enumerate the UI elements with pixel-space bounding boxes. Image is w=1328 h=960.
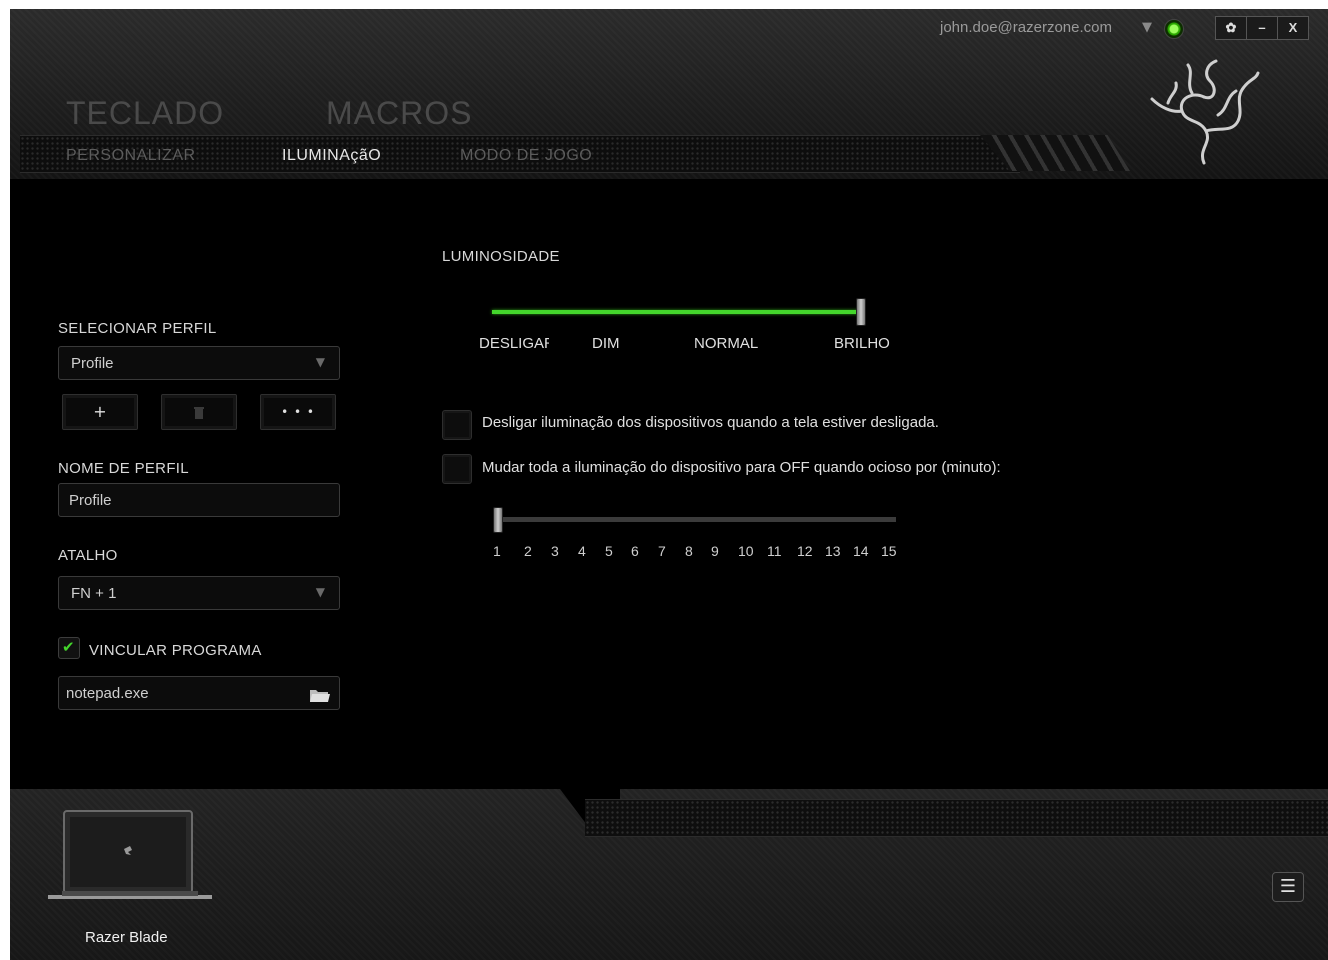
- idle-tick: 11: [767, 543, 782, 559]
- idle-tick: 2: [524, 543, 532, 559]
- idle-off-checkbox[interactable]: [442, 454, 472, 484]
- brightness-level-dim[interactable]: DIM: [592, 335, 620, 352]
- brightness-slider-track[interactable]: [492, 310, 862, 314]
- laptop-icon[interactable]: [48, 809, 212, 905]
- window-controls: ✿ – X: [1215, 16, 1309, 40]
- program-path-value: notepad.exe: [66, 685, 149, 702]
- device-name: Razer Blade: [85, 929, 168, 946]
- idle-slider-thumb[interactable]: [493, 507, 503, 533]
- idle-tick: 10: [738, 543, 754, 559]
- idle-slider-track[interactable]: [496, 517, 896, 522]
- idle-tick: 13: [825, 543, 841, 559]
- folder-icon[interactable]: [310, 688, 330, 702]
- idle-tick: 9: [711, 543, 719, 559]
- account-email[interactable]: john.doe@razerzone.com: [940, 19, 1112, 36]
- brightness-label: LUMINOSIDADE: [442, 248, 560, 265]
- shortcut-select[interactable]: FN + 1 ▼: [58, 576, 340, 610]
- idle-tick: 4: [578, 543, 586, 559]
- tab-teclado[interactable]: TECLADO: [66, 95, 224, 132]
- chevron-down-icon: ▼: [315, 585, 325, 599]
- synapse-window: john.doe@razerzone.com ▼ ✿ – X TECLADO M…: [10, 9, 1328, 960]
- idle-tick: 6: [631, 543, 639, 559]
- profile-select[interactable]: Profile ▼: [58, 346, 340, 380]
- idle-tick: 14: [853, 543, 869, 559]
- checkmark-icon: ✔: [62, 638, 75, 656]
- select-profile-label: SELECIONAR PERFIL: [58, 320, 217, 337]
- idle-tick: 7: [658, 543, 666, 559]
- subtab-iluminacao[interactable]: ILUMINAçãO: [282, 147, 381, 165]
- menu-icon[interactable]: ☰: [1272, 872, 1304, 902]
- footer-strip: [585, 799, 1328, 837]
- profile-name-value: Profile: [69, 492, 112, 509]
- shortcut-label: ATALHO: [58, 547, 118, 564]
- idle-off-label: Mudar toda a iluminação do dispositivo p…: [482, 459, 1001, 476]
- trash-icon: [194, 406, 204, 419]
- online-status-icon: [1164, 19, 1184, 39]
- idle-tick: 8: [685, 543, 693, 559]
- idle-tick: 1: [493, 543, 501, 559]
- screen-off-checkbox[interactable]: [442, 410, 472, 440]
- subtab-personalizar[interactable]: PERSONALIZAR: [66, 147, 196, 165]
- razer-logo-icon: [1150, 59, 1260, 165]
- idle-tick: 15: [881, 543, 897, 559]
- program-path-input[interactable]: notepad.exe: [58, 676, 340, 710]
- idle-tick: 3: [551, 543, 559, 559]
- more-options-button[interactable]: • • •: [260, 394, 336, 430]
- profile-name-label: NOME DE PERFIL: [58, 460, 189, 477]
- idle-tick: 12: [797, 543, 813, 559]
- idle-tick: 5: [605, 543, 613, 559]
- subtab-modo-de-jogo[interactable]: MODO DE JOGO: [460, 147, 592, 165]
- brightness-level-off[interactable]: DESLIGAR: [479, 335, 549, 352]
- minimize-button[interactable]: –: [1247, 17, 1278, 39]
- tab-macros[interactable]: MACROS: [326, 95, 472, 132]
- link-program-label: VINCULAR PROGRAMA: [89, 642, 262, 659]
- settings-button[interactable]: ✿: [1216, 17, 1247, 39]
- screen-off-label: Desligar iluminação dos dispositivos qua…: [482, 414, 939, 431]
- close-button[interactable]: X: [1278, 17, 1308, 39]
- profile-select-value: Profile: [71, 355, 114, 372]
- chevron-down-icon: ▼: [315, 355, 325, 369]
- brightness-level-normal[interactable]: NORMAL: [694, 335, 758, 352]
- add-profile-button[interactable]: +: [62, 394, 138, 430]
- brightness-slider-thumb[interactable]: [856, 298, 866, 326]
- account-dropdown-icon[interactable]: ▼: [1142, 20, 1152, 35]
- delete-profile-button[interactable]: [161, 394, 237, 430]
- shortcut-value: FN + 1: [71, 585, 117, 602]
- link-program-checkbox[interactable]: ✔: [58, 637, 80, 659]
- brightness-level-bright[interactable]: BRILHO: [834, 335, 890, 352]
- profile-name-input[interactable]: Profile: [58, 483, 340, 517]
